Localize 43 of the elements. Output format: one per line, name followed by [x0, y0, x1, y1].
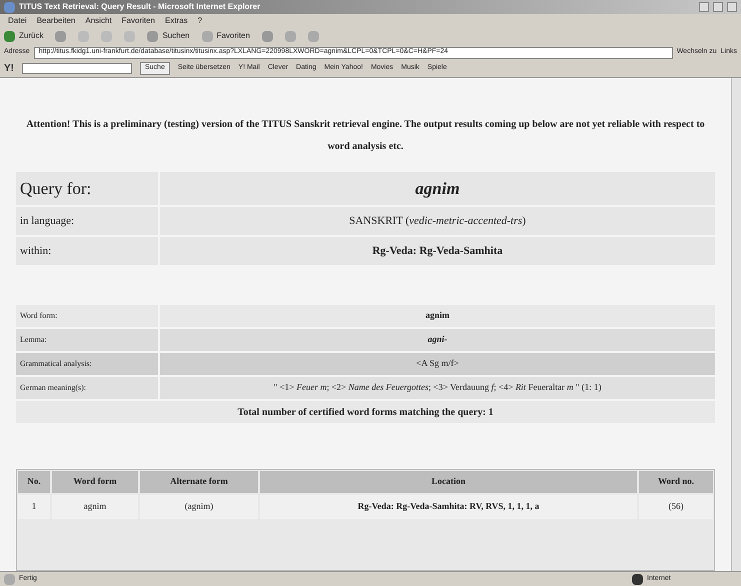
label-cell: in language: [16, 207, 158, 235]
column-header: No. [18, 471, 50, 493]
label-cell: Word form: [16, 305, 158, 327]
value-cell: Rg-Veda: Rg-Veda-Samhita [160, 237, 715, 265]
close-button[interactable] [727, 2, 737, 12]
label-cell: within: [16, 237, 158, 265]
scrollbar[interactable] [731, 78, 741, 571]
window-title: TITUS Text Retrieval: Query Result - Microsoft Internet Explorer [19, 1, 260, 13]
value-cell: " <1> Feuer m; <2> Name des Feuergottes; <3> Verdauung f; <4> Rit Feueraltar m " (1: 1) [160, 377, 715, 399]
search-button[interactable]: Suchen [147, 30, 190, 42]
menu-item[interactable]: Ansicht [85, 14, 112, 26]
back-button[interactable]: Zurück [4, 30, 44, 42]
value-cell: agni- [160, 329, 715, 351]
table-cell: (agnim) [140, 495, 258, 519]
menu-item[interactable]: Favoriten [122, 14, 155, 26]
value-cell: agnim [160, 305, 715, 327]
label-cell: Grammatical analysis: [16, 353, 158, 375]
minimize-button[interactable] [699, 2, 709, 12]
yahoo-logo[interactable]: Y! [4, 61, 14, 76]
browser-icon [4, 2, 15, 12]
label-cell: Lemma: [16, 329, 158, 351]
table-cell: agnim [52, 495, 138, 519]
menu-item[interactable]: Extras [164, 14, 188, 26]
maximize-button[interactable] [713, 2, 723, 12]
menu-item[interactable]: Bearbeiten [36, 14, 76, 26]
favorites-button[interactable]: Favoriten [202, 30, 250, 42]
column-header: Word form [52, 471, 138, 493]
column-header: Alternate form [140, 471, 258, 493]
column-header: Word no. [639, 471, 713, 493]
value-cell: SANSKRIT (vedic-metric-accented-trs) [160, 207, 715, 235]
label-cell: Query for: [16, 172, 158, 205]
table-cell: Rg-Veda: Rg-Veda-Samhita: RV, RVS, 1, 1, 1, a [260, 495, 637, 519]
label-cell: German meaning(s): [16, 377, 158, 399]
value-cell: <A Sg m/f> [160, 353, 715, 375]
total-count: Total number of certified word forms matching the query: 1 [16, 401, 715, 423]
menu-item[interactable]: Datei [8, 14, 27, 26]
column-header: Location [260, 471, 637, 493]
search-field[interactable] [22, 63, 132, 74]
table-cell: 1 [18, 495, 50, 519]
notice-text: Attention! This is a preliminary (testing) version of the TITUS Sanskrit retrieval engine. The output results coming up below are not yet reliable with respect to word analysis etc. [25, 118, 706, 154]
table-cell: (56) [639, 495, 713, 519]
menu-item[interactable]: ? [198, 14, 202, 26]
value-cell: agnim [160, 172, 715, 205]
